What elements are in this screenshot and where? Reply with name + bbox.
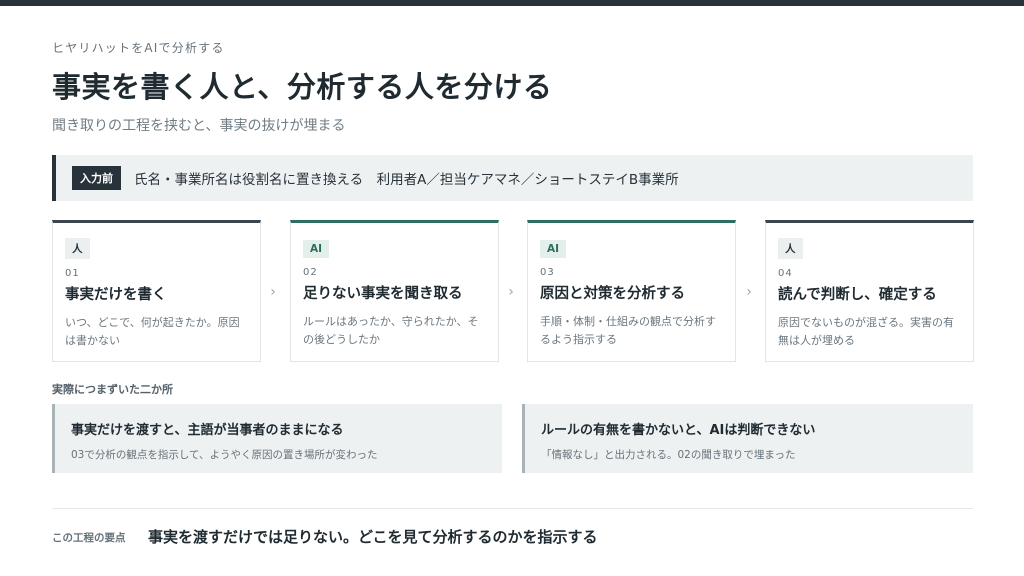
step-badge: 人 xyxy=(778,238,803,259)
step-title: 事実だけを書く xyxy=(65,287,167,303)
step-number: 02 xyxy=(303,267,318,278)
step-badge: AI xyxy=(540,240,567,258)
footer-divider xyxy=(52,508,973,509)
top-accent-bar xyxy=(0,0,1024,6)
step-badge: 人 xyxy=(65,238,90,259)
step-card-04: 人 04 読んで判断し、確定する 原因でないものが混ざる。実害の有無は人が埋める xyxy=(765,220,974,362)
page-subtitle: 聞き取りの工程を挟むと、事実の抜けが埋まる xyxy=(52,118,346,134)
issue-title: 事実だけを渡すと、主語が当事者のままになる xyxy=(71,423,344,438)
footer-key-point: 事実を渡すだけでは足りない。どこを見て分析するのかを指示する xyxy=(148,528,598,546)
issue-title: ルールの有無を書かないと、AIは判断できない xyxy=(541,423,816,438)
chevron-right-icon: › xyxy=(508,284,514,300)
footer-label: この工程の要点 xyxy=(52,532,126,544)
input-note-bar: 入力前 氏名・事業所名は役割名に置き換える 利用者A／担当ケアマネ／ショートステ… xyxy=(52,155,973,201)
issue-description: 03で分析の観点を指示して、ようやく原因の置き場所が変わった xyxy=(71,449,378,461)
step-card-01: 人 01 事実だけを書く いつ、どこで、何が起きたか。原因は書かない xyxy=(52,220,261,362)
step-badge: AI xyxy=(303,240,330,258)
step-description: 原因でないものが混ざる。実害の有無は人が埋める xyxy=(778,316,954,347)
step-description: 手順・体制・仕組みの観点で分析するよう指示する xyxy=(540,315,716,346)
input-note-tag: 入力前 xyxy=(72,166,121,190)
chevron-right-icon: › xyxy=(270,284,276,300)
step-number: 01 xyxy=(65,268,80,279)
input-note-text: 氏名・事業所名は役割名に置き換える 利用者A／担当ケアマネ／ショートステイB事業… xyxy=(134,172,679,188)
page-title: 事実を書く人と、分析する人を分ける xyxy=(52,70,553,104)
step-title: 足りない事実を聞き取る xyxy=(303,286,463,302)
step-card-02: AI 02 足りない事実を聞き取る ルールはあったか、守られたか、その後どうした… xyxy=(290,220,499,362)
eyebrow-label: ヒヤリハットをAIで分析する xyxy=(52,41,225,55)
issues-section-label: 実際につまずいた二か所 xyxy=(52,383,173,396)
step-title: 原因と対策を分析する xyxy=(540,286,685,302)
issue-card-1: 事実だけを渡すと、主語が当事者のままになる 03で分析の観点を指示して、ようやく… xyxy=(52,404,502,473)
issue-card-2: ルールの有無を書かないと、AIは判断できない 「情報なし」と出力される。02の聞… xyxy=(522,404,973,473)
issue-description: 「情報なし」と出力される。02の聞き取りで埋まった xyxy=(541,449,796,461)
step-number: 03 xyxy=(540,267,555,278)
chevron-right-icon: › xyxy=(746,284,752,300)
step-description: いつ、どこで、何が起きたか。原因は書かない xyxy=(65,316,240,347)
step-number: 04 xyxy=(778,268,793,279)
step-title: 読んで判断し、確定する xyxy=(778,287,937,303)
step-description: ルールはあったか、守られたか、その後どうしたか xyxy=(303,315,479,346)
step-card-03: AI 03 原因と対策を分析する 手順・体制・仕組みの観点で分析するよう指示する xyxy=(527,220,736,362)
